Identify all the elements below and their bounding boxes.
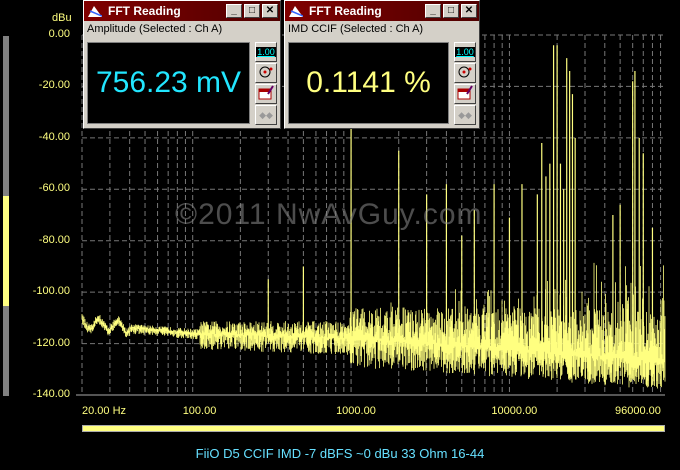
y-tick-label: 0.00 (48, 28, 70, 40)
reading-subtitle: IMD CCIF (Selected : Ch A) (288, 23, 424, 35)
close-button[interactable]: ✕ (262, 4, 278, 18)
x-tick-label: 1000.00 (336, 405, 376, 417)
title-bar[interactable]: FFT Reading _ □ ✕ (84, 1, 280, 21)
y-axis-unit: dBu (52, 12, 72, 24)
title-bar[interactable]: FFT Reading _ □ ✕ (285, 1, 479, 21)
y-tick-label: -20.00 (38, 79, 70, 92)
reading-subtitle: Amplitude (Selected : Ch A) (87, 23, 223, 35)
window-title: FFT Reading (108, 4, 181, 18)
chart-caption: FiiO D5 CCIF IMD -7 dBFS ~0 dBu 33 Ohm 1… (195, 446, 485, 461)
y-tick-label: -80.00 (38, 233, 70, 246)
reading-value: 0.1141 % (288, 42, 449, 124)
maximize-button[interactable]: □ (443, 4, 459, 18)
x-tick-label: 10000.00 (491, 405, 538, 417)
meter-icon[interactable] (255, 63, 277, 83)
watermark: ©2011 NwAvGuy.com (175, 198, 483, 231)
minimize-button[interactable]: _ (425, 4, 441, 18)
maximize-button[interactable]: □ (244, 4, 260, 18)
x-tick-label: 20.00 Hz (82, 405, 127, 417)
meter-icon[interactable] (454, 63, 476, 83)
app-icon (88, 5, 103, 17)
level-indicator (3, 196, 9, 306)
y-tick-label: -120.00 (32, 336, 70, 349)
x-tick-label: 100.00 (182, 405, 217, 417)
fft-reading-window-imd[interactable]: FFT Reading _ □ ✕ IMD CCIF (Selected : Ch A… (284, 0, 480, 129)
reading-value: 756.23 mV (87, 42, 250, 124)
spectrum-noise (81, 262, 666, 389)
close-button[interactable]: ✕ (461, 4, 477, 18)
y-tick-label: -40.00 (38, 130, 70, 143)
numeric-readout-icon[interactable]: 1.00 (255, 42, 277, 62)
fft-reading-window-amplitude[interactable]: FFT Reading _ □ ✕ Amplitude (Selected : Ch … (83, 0, 281, 129)
numeric-readout-icon[interactable]: 1.00 (454, 42, 476, 62)
y-tick-label: -60.00 (38, 182, 70, 195)
arrows-icon[interactable]: ◆◆ (454, 105, 476, 125)
minimize-button[interactable]: _ (226, 4, 242, 18)
y-tick-label: -140.00 (32, 388, 70, 400)
app-icon (289, 5, 304, 17)
table-edit-icon[interactable] (255, 84, 277, 104)
level-scrollbar[interactable] (3, 36, 9, 396)
window-title: FFT Reading (309, 4, 382, 18)
arrows-icon[interactable]: ◆◆ (255, 105, 277, 125)
x-tick-label: 96000.00 (615, 405, 661, 417)
table-edit-icon[interactable] (454, 84, 476, 104)
frequency-scrollbar[interactable] (82, 425, 665, 432)
y-tick-label: -100.00 (32, 285, 70, 298)
